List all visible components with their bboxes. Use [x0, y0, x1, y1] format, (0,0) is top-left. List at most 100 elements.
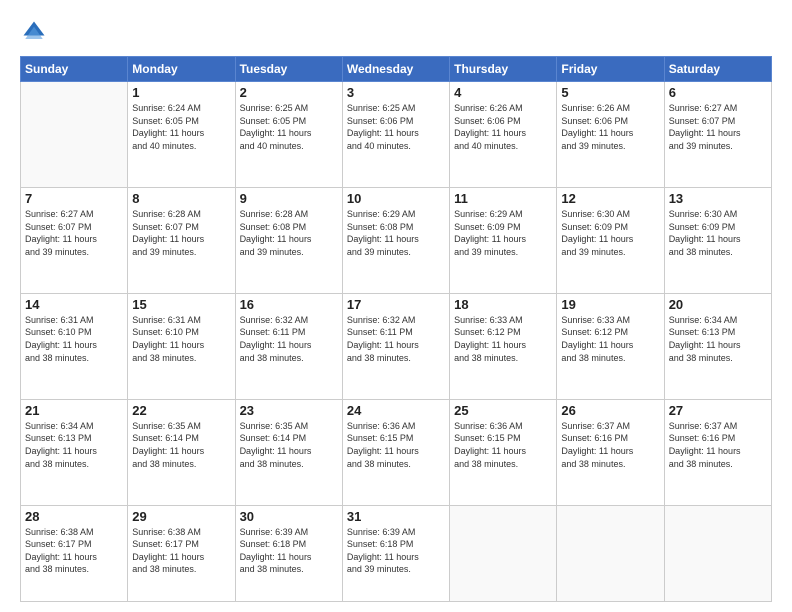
day-number: 15	[132, 297, 230, 312]
calendar-cell: 3 Sunrise: 6:25 AMSunset: 6:06 PMDaylight…	[342, 82, 449, 188]
calendar-cell: 21Sunrise: 6:34 AMSunset: 6:13 PMDayligh…	[21, 399, 128, 505]
day-info: Sunrise: 6:30 AMSunset: 6:09 PMDaylight:…	[669, 208, 767, 258]
day-info: Sunrise: 6:29 AMSunset: 6:09 PMDaylight:…	[454, 208, 552, 258]
day-info: Sunrise: 6:32 AMSunset: 6:11 PMDaylight:…	[240, 314, 338, 364]
calendar-cell: 13 Sunrise: 6:30 AMSunset: 6:09 PMDayligh…	[664, 187, 771, 293]
calendar-cell: 26 Sunrise: 6:37 AMSunset: 6:16 PMDayligh…	[557, 399, 664, 505]
day-info: Sunrise: 6:39 AMSunset: 6:18 PMDaylight:…	[240, 526, 338, 576]
day-info: Sunrise: 6:32 AMSunset: 6:11 PMDaylight:…	[347, 314, 445, 364]
calendar-cell: 10 Sunrise: 6:29 AMSunset: 6:08 PMDayligh…	[342, 187, 449, 293]
calendar-week-row: 28 Sunrise: 6:38 AMSunset: 6:17 PMDayligh…	[21, 505, 772, 601]
calendar-cell: 28 Sunrise: 6:38 AMSunset: 6:17 PMDayligh…	[21, 505, 128, 601]
day-info: Sunrise: 6:36 AMSunset: 6:15 PMDaylight:…	[347, 420, 445, 470]
calendar-cell: 31 Sunrise: 6:39 AMSunset: 6:18 PMDayligh…	[342, 505, 449, 601]
weekday-header-wednesday: Wednesday	[342, 57, 449, 82]
day-number: 24	[347, 403, 445, 418]
calendar-week-row: 1 Sunrise: 6:24 AMSunset: 6:05 PMDaylight…	[21, 82, 772, 188]
day-number: 18	[454, 297, 552, 312]
day-number: 23	[240, 403, 338, 418]
calendar-cell: 22Sunrise: 6:35 AMSunset: 6:14 PMDayligh…	[128, 399, 235, 505]
day-info: Sunrise: 6:34 AMSunset: 6:13 PMDaylight:…	[669, 314, 767, 364]
day-number: 25	[454, 403, 552, 418]
day-info: Sunrise: 6:27 AMSunset: 6:07 PMDaylight:…	[25, 208, 123, 258]
day-info: Sunrise: 6:26 AMSunset: 6:06 PMDaylight:…	[454, 102, 552, 152]
day-info: Sunrise: 6:38 AMSunset: 6:17 PMDaylight:…	[25, 526, 123, 576]
calendar-cell: 20 Sunrise: 6:34 AMSunset: 6:13 PMDayligh…	[664, 293, 771, 399]
day-info: Sunrise: 6:24 AMSunset: 6:05 PMDaylight:…	[132, 102, 230, 152]
day-info: Sunrise: 6:38 AMSunset: 6:17 PMDaylight:…	[132, 526, 230, 576]
day-info: Sunrise: 6:33 AMSunset: 6:12 PMDaylight:…	[561, 314, 659, 364]
day-number: 22	[132, 403, 230, 418]
calendar-cell: 12Sunrise: 6:30 AMSunset: 6:09 PMDayligh…	[557, 187, 664, 293]
page: SundayMondayTuesdayWednesdayThursdayFrid…	[0, 0, 792, 612]
weekday-header-saturday: Saturday	[664, 57, 771, 82]
calendar-cell: 24 Sunrise: 6:36 AMSunset: 6:15 PMDayligh…	[342, 399, 449, 505]
day-number: 9	[240, 191, 338, 206]
day-info: Sunrise: 6:39 AMSunset: 6:18 PMDaylight:…	[347, 526, 445, 576]
weekday-header-sunday: Sunday	[21, 57, 128, 82]
calendar-cell: 6Sunrise: 6:27 AMSunset: 6:07 PMDaylight…	[664, 82, 771, 188]
day-info: Sunrise: 6:28 AMSunset: 6:08 PMDaylight:…	[240, 208, 338, 258]
day-info: Sunrise: 6:28 AMSunset: 6:07 PMDaylight:…	[132, 208, 230, 258]
header	[20, 18, 772, 46]
day-number: 26	[561, 403, 659, 418]
day-number: 8	[132, 191, 230, 206]
weekday-header-tuesday: Tuesday	[235, 57, 342, 82]
calendar-cell: 2Sunrise: 6:25 AMSunset: 6:05 PMDaylight…	[235, 82, 342, 188]
day-number: 20	[669, 297, 767, 312]
day-number: 1	[132, 85, 230, 100]
calendar-cell: 19 Sunrise: 6:33 AMSunset: 6:12 PMDayligh…	[557, 293, 664, 399]
day-number: 19	[561, 297, 659, 312]
day-info: Sunrise: 6:25 AMSunset: 6:05 PMDaylight:…	[240, 102, 338, 152]
calendar-cell	[664, 505, 771, 601]
day-info: Sunrise: 6:33 AMSunset: 6:12 PMDaylight:…	[454, 314, 552, 364]
day-number: 16	[240, 297, 338, 312]
calendar-cell: 1 Sunrise: 6:24 AMSunset: 6:05 PMDaylight…	[128, 82, 235, 188]
day-number: 13	[669, 191, 767, 206]
calendar-week-row: 14Sunrise: 6:31 AMSunset: 6:10 PMDayligh…	[21, 293, 772, 399]
day-info: Sunrise: 6:31 AMSunset: 6:10 PMDaylight:…	[132, 314, 230, 364]
day-number: 7	[25, 191, 123, 206]
calendar-cell: 15 Sunrise: 6:31 AMSunset: 6:10 PMDayligh…	[128, 293, 235, 399]
weekday-header-thursday: Thursday	[450, 57, 557, 82]
calendar-week-row: 7 Sunrise: 6:27 AMSunset: 6:07 PMDaylight…	[21, 187, 772, 293]
day-info: Sunrise: 6:36 AMSunset: 6:15 PMDaylight:…	[454, 420, 552, 470]
calendar-week-row: 21Sunrise: 6:34 AMSunset: 6:13 PMDayligh…	[21, 399, 772, 505]
calendar-cell: 17Sunrise: 6:32 AMSunset: 6:11 PMDayligh…	[342, 293, 449, 399]
calendar-cell: 29 Sunrise: 6:38 AMSunset: 6:17 PMDayligh…	[128, 505, 235, 601]
calendar-cell: 27Sunrise: 6:37 AMSunset: 6:16 PMDayligh…	[664, 399, 771, 505]
day-info: Sunrise: 6:26 AMSunset: 6:06 PMDaylight:…	[561, 102, 659, 152]
day-info: Sunrise: 6:35 AMSunset: 6:14 PMDaylight:…	[240, 420, 338, 470]
day-info: Sunrise: 6:37 AMSunset: 6:16 PMDaylight:…	[561, 420, 659, 470]
day-number: 28	[25, 509, 123, 524]
weekday-header-monday: Monday	[128, 57, 235, 82]
day-number: 31	[347, 509, 445, 524]
day-number: 10	[347, 191, 445, 206]
day-number: 30	[240, 509, 338, 524]
calendar-cell: 18 Sunrise: 6:33 AMSunset: 6:12 PMDayligh…	[450, 293, 557, 399]
calendar-cell: 25 Sunrise: 6:36 AMSunset: 6:15 PMDayligh…	[450, 399, 557, 505]
calendar-cell: 8 Sunrise: 6:28 AMSunset: 6:07 PMDaylight…	[128, 187, 235, 293]
day-info: Sunrise: 6:25 AMSunset: 6:06 PMDaylight:…	[347, 102, 445, 152]
day-number: 3	[347, 85, 445, 100]
day-number: 11	[454, 191, 552, 206]
day-info: Sunrise: 6:34 AMSunset: 6:13 PMDaylight:…	[25, 420, 123, 470]
calendar-cell	[557, 505, 664, 601]
day-number: 5	[561, 85, 659, 100]
calendar-table: SundayMondayTuesdayWednesdayThursdayFrid…	[20, 56, 772, 602]
calendar-cell: 16 Sunrise: 6:32 AMSunset: 6:11 PMDayligh…	[235, 293, 342, 399]
calendar-cell: 14Sunrise: 6:31 AMSunset: 6:10 PMDayligh…	[21, 293, 128, 399]
calendar-cell: 23 Sunrise: 6:35 AMSunset: 6:14 PMDayligh…	[235, 399, 342, 505]
logo-icon	[20, 18, 48, 46]
day-info: Sunrise: 6:29 AMSunset: 6:08 PMDaylight:…	[347, 208, 445, 258]
logo	[20, 18, 52, 46]
calendar-cell: 30 Sunrise: 6:39 AMSunset: 6:18 PMDayligh…	[235, 505, 342, 601]
day-number: 4	[454, 85, 552, 100]
day-number: 29	[132, 509, 230, 524]
weekday-header-friday: Friday	[557, 57, 664, 82]
day-number: 27	[669, 403, 767, 418]
day-info: Sunrise: 6:30 AMSunset: 6:09 PMDaylight:…	[561, 208, 659, 258]
calendar-cell	[21, 82, 128, 188]
calendar-cell: 4 Sunrise: 6:26 AMSunset: 6:06 PMDaylight…	[450, 82, 557, 188]
calendar-cell	[450, 505, 557, 601]
